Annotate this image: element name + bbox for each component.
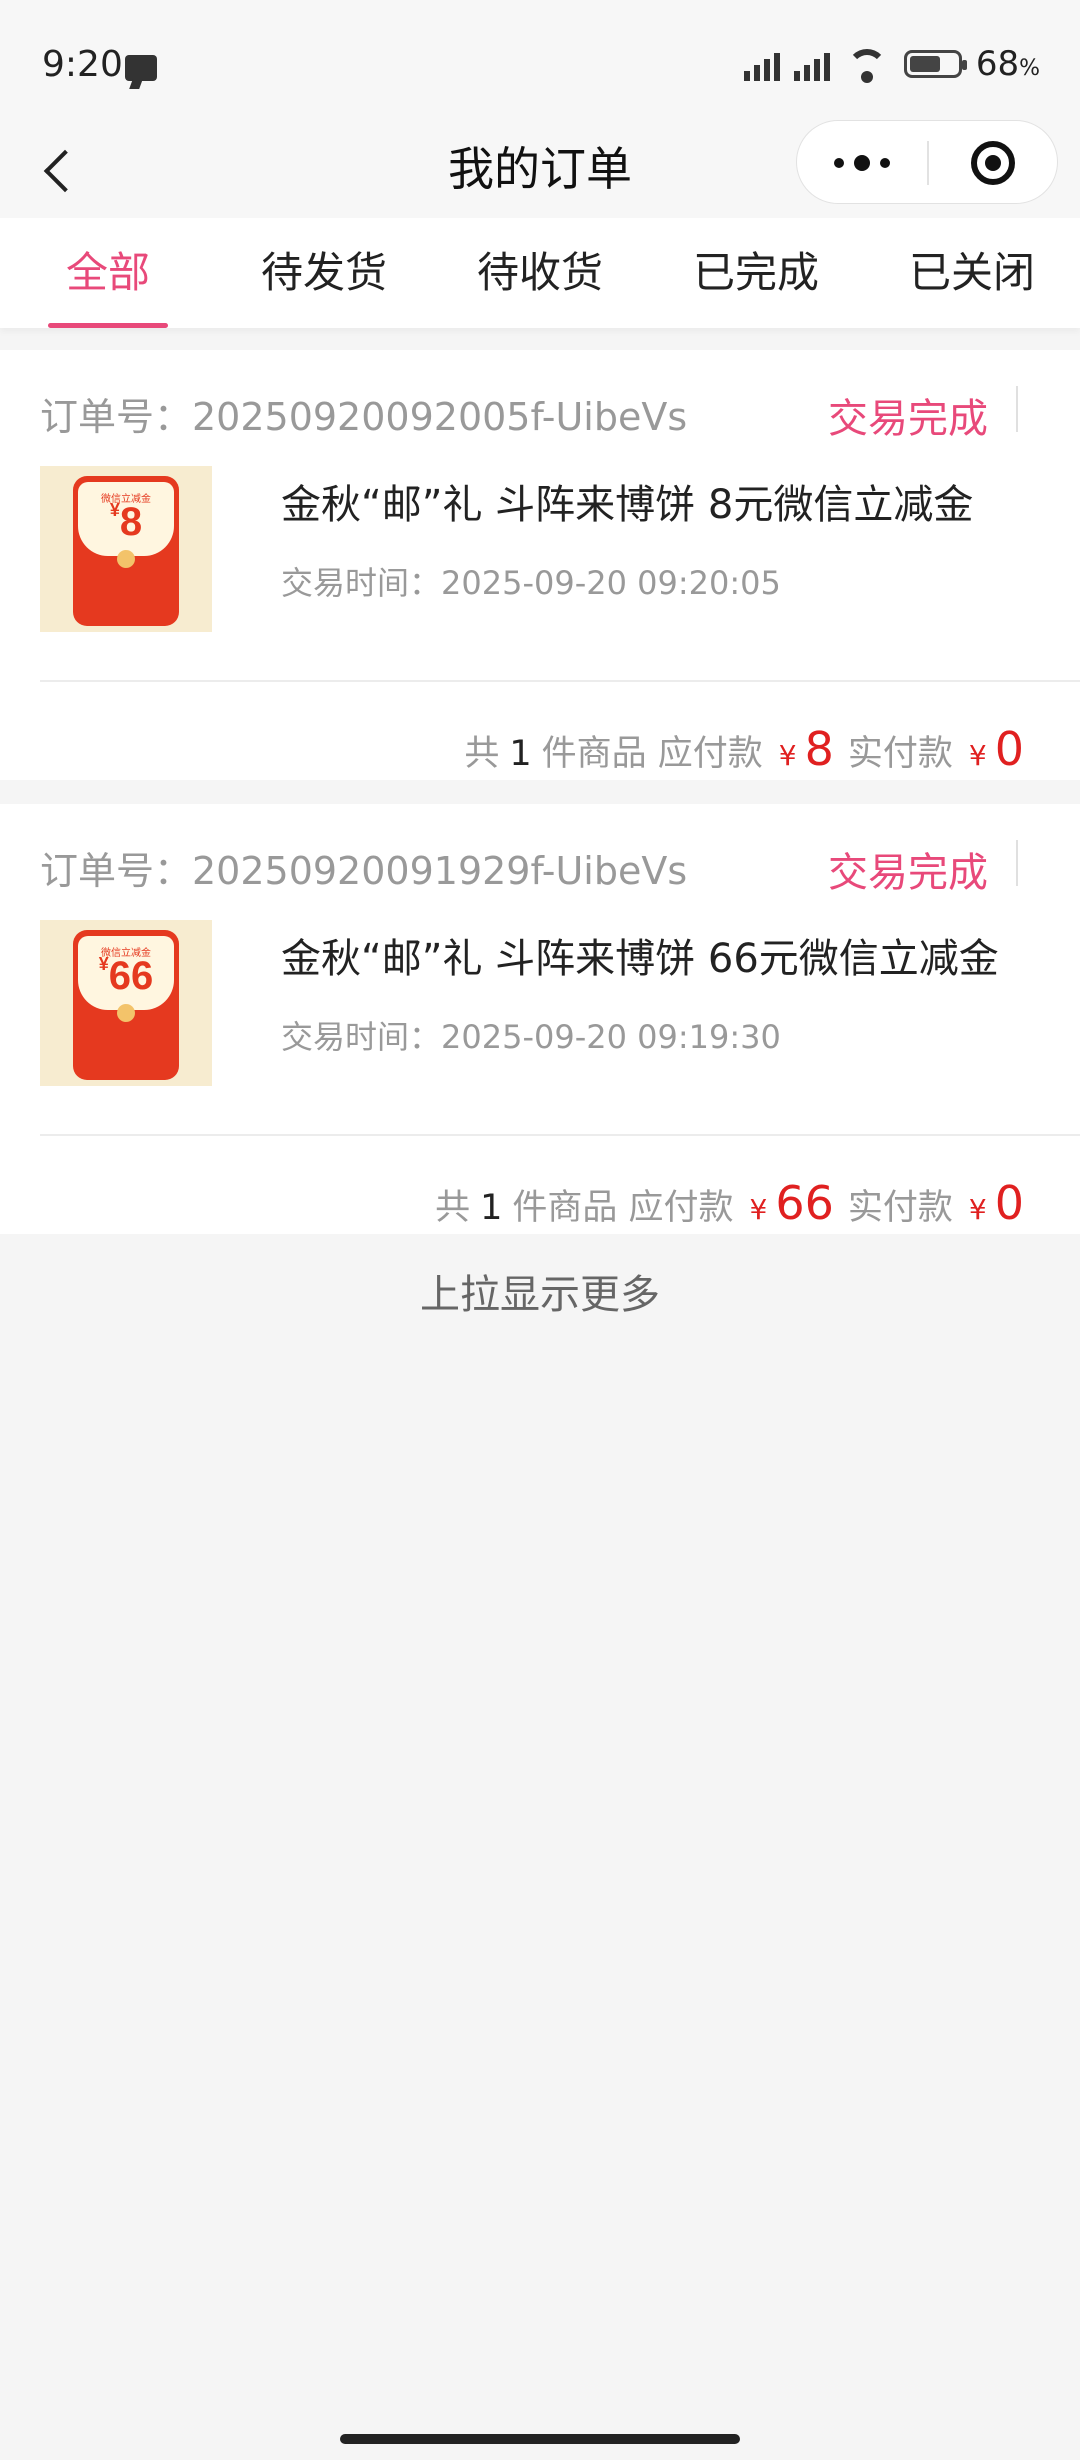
order-summary: 共 1 件商品 应付款 ¥ 66 实付款 ¥ 0 — [435, 1176, 1024, 1230]
envelope-seal — [117, 550, 135, 568]
status-icons: 68% — [743, 44, 1040, 84]
order-summary: 共 1 件商品 应付款 ¥ 8 实付款 ¥ 0 — [464, 722, 1024, 776]
tab-closed[interactable]: 已关闭 — [864, 218, 1080, 328]
status-time: 9:20 — [42, 44, 123, 85]
item-count: 1 — [509, 734, 532, 774]
tab-pending-receipt[interactable]: 待收货 — [432, 218, 648, 328]
tab-completed[interactable]: 已完成 — [648, 218, 864, 328]
transaction-time: 交易时间：2025-09-20 09:20:05 — [281, 564, 781, 602]
message-notification-icon — [125, 55, 157, 81]
order-status: 交易完成 — [828, 850, 988, 896]
payable-amount: 8 — [804, 722, 834, 776]
order-status: 交易完成 — [828, 396, 988, 442]
signal-hd-icon-2 — [793, 47, 830, 81]
status-divider — [1016, 386, 1018, 432]
order-card[interactable]: 订单号：20250920092005f-UibeVs 交易完成 微信立减金 ¥8… — [0, 350, 1080, 780]
card-divider — [40, 1134, 1080, 1136]
card-divider — [40, 680, 1080, 682]
transaction-time: 交易时间：2025-09-20 09:19:30 — [281, 1018, 781, 1056]
battery-icon — [903, 50, 967, 78]
paid-amount: 0 — [994, 722, 1024, 776]
product-thumbnail[interactable]: 微信立减金 ¥8 — [40, 466, 212, 632]
home-indicator[interactable] — [340, 2434, 740, 2444]
battery-level: 68% — [975, 44, 1040, 84]
status-divider — [1016, 840, 1018, 886]
status-bar: 9:20 68% — [0, 0, 1080, 120]
more-dots-icon[interactable] — [797, 121, 927, 205]
order-tabs: 全部 待发货 待收货 已完成 已关闭 — [0, 218, 1080, 328]
product-name: 金秋“邮”礼 斗阵来博饼 66元微信立减金 — [281, 936, 999, 982]
thumb-amount: ¥8 — [109, 500, 143, 544]
tab-all[interactable]: 全部 — [0, 218, 216, 328]
envelope-seal — [117, 1004, 135, 1022]
thumb-amount: ¥66 — [98, 954, 154, 998]
payable-amount: 66 — [775, 1176, 834, 1230]
wifi-icon — [844, 47, 890, 83]
miniprogram-capsule — [796, 120, 1058, 204]
tab-pending-shipment[interactable]: 待发货 — [216, 218, 432, 328]
close-target-icon[interactable] — [928, 121, 1058, 205]
paid-amount: 0 — [994, 1176, 1024, 1230]
order-card[interactable]: 订单号：20250920091929f-UibeVs 交易完成 微信立减金 ¥6… — [0, 804, 1080, 1234]
item-count: 1 — [480, 1188, 503, 1228]
product-name: 金秋“邮”礼 斗阵来博饼 8元微信立减金 — [281, 482, 974, 528]
order-number: 订单号：20250920092005f-UibeVs — [40, 395, 688, 439]
nav-bar: 我的订单 — [0, 120, 1080, 220]
load-more-hint: 上拉显示更多 — [420, 1272, 660, 1318]
signal-hd-icon — [743, 47, 780, 81]
product-thumbnail[interactable]: 微信立减金 ¥66 — [40, 920, 212, 1086]
order-number: 订单号：20250920091929f-UibeVs — [40, 849, 688, 893]
